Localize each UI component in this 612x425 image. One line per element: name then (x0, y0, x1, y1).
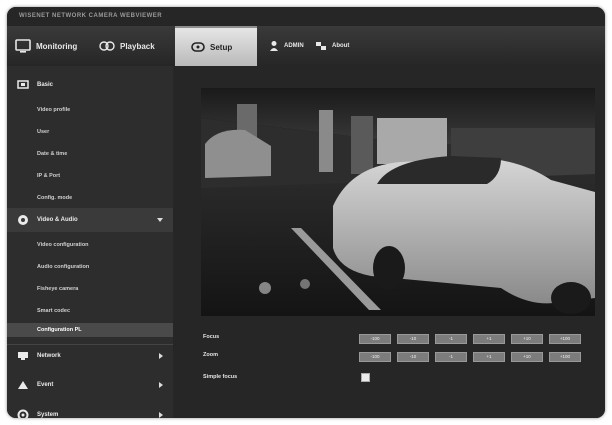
parking-garage-image (201, 88, 595, 316)
focus-plus-1-button[interactable]: +1 (473, 334, 505, 344)
network-icon (18, 351, 28, 360)
sidebar-section-system[interactable]: System (7, 404, 173, 418)
simple-focus-checkbox[interactable] (361, 373, 370, 382)
focus-minus-10-button[interactable]: -10 (397, 334, 429, 344)
zoom-plus-100-button[interactable]: +100 (549, 352, 581, 362)
sidebar-item-config-mode[interactable]: Config. mode (37, 191, 72, 205)
app-window: WISENET NETWORK CAMERA WEBVIEWER Monitor… (7, 7, 605, 418)
simple-focus-label: Simple focus (203, 374, 238, 380)
sidebar-section-video-audio-label: Video & Audio (37, 217, 78, 223)
about-icon (316, 42, 326, 50)
nav-playback-label: Playback (120, 41, 155, 51)
sidebar-section-network-label: Network (37, 352, 61, 359)
sidebar-item-fisheye-camera[interactable]: Fisheye camera (37, 282, 78, 296)
sidebar-section-network[interactable]: Network (7, 344, 173, 366)
sidebar-item-date-time[interactable]: Date & time (37, 147, 67, 161)
chevron-down-icon (157, 218, 163, 222)
camera-preview (201, 88, 595, 316)
nav-playback[interactable]: Playback (99, 26, 155, 66)
sidebar-item-ip-port[interactable]: IP & Port (37, 169, 60, 183)
sidebar-item-user[interactable]: User (37, 125, 49, 139)
focus-plus-10-button[interactable]: +10 (511, 334, 543, 344)
nav-admin-label: ADMIN (284, 43, 304, 49)
user-icon (270, 41, 278, 51)
nav-monitoring-label: Monitoring (36, 41, 78, 51)
video-audio-icon (18, 215, 28, 225)
nav-setup-label: Setup (210, 42, 233, 52)
sidebar-item-smart-codec[interactable]: Smart codec (37, 304, 70, 318)
event-icon (18, 381, 28, 389)
chevron-right-icon (159, 382, 163, 388)
gear-icon (17, 409, 29, 418)
zoom-plus-10-button[interactable]: +10 (511, 352, 543, 362)
monitor-icon (15, 39, 31, 53)
setup-icon (191, 42, 205, 52)
focus-minus-100-button[interactable]: -100 (359, 334, 391, 344)
sidebar-section-video-audio[interactable]: Video & Audio (7, 208, 173, 232)
chevron-right-icon (159, 352, 163, 359)
focus-plus-100-button[interactable]: +100 (549, 334, 581, 344)
zoom-minus-10-button[interactable]: -10 (397, 352, 429, 362)
basic-icon (17, 80, 29, 89)
main-content: Focus -100 -10 -1 +1 +10 +100 Zoom -100 … (173, 66, 605, 418)
sidebar-section-event-label: Event (37, 382, 54, 388)
sidebar-item-audio-configuration[interactable]: Audio configuration (37, 260, 89, 274)
sidebar-item-configuration-pl[interactable]: Configuration PL (7, 323, 173, 337)
sidebar-section-basic[interactable]: Basic (7, 74, 173, 96)
chevron-right-icon (159, 412, 163, 418)
sidebar-item-video-configuration[interactable]: Video configuration (37, 238, 89, 252)
zoom-label: Zoom (203, 352, 218, 358)
focus-controls: -100 -10 -1 +1 +10 +100 (359, 334, 587, 344)
zoom-controls: -100 -10 -1 +1 +10 +100 (359, 352, 587, 362)
focus-label: Focus (203, 334, 220, 340)
nav-setup[interactable]: Setup (175, 26, 257, 66)
app-title: WISENET NETWORK CAMERA WEBVIEWER (7, 7, 605, 26)
zoom-plus-1-button[interactable]: +1 (473, 352, 505, 362)
nav-monitoring[interactable]: Monitoring (15, 26, 77, 66)
nav-about[interactable]: About (315, 26, 349, 66)
sidebar-item-video-profile[interactable]: Video profile (37, 103, 70, 117)
focus-minus-1-button[interactable]: -1 (435, 334, 467, 344)
nav-about-label: About (332, 43, 350, 49)
sidebar-section-basic-label: Basic (37, 82, 54, 88)
playback-icon (99, 41, 115, 51)
top-navigation: Monitoring Playback Setup ADMIN About (7, 26, 605, 66)
sidebar-section-system-label: System (37, 412, 59, 418)
zoom-minus-1-button[interactable]: -1 (435, 352, 467, 362)
sidebar-section-event[interactable]: Event (7, 374, 173, 396)
zoom-minus-100-button[interactable]: -100 (359, 352, 391, 362)
nav-admin[interactable]: ADMIN (269, 26, 304, 66)
sidebar: Basic Video profile User Date & time IP … (7, 66, 173, 418)
